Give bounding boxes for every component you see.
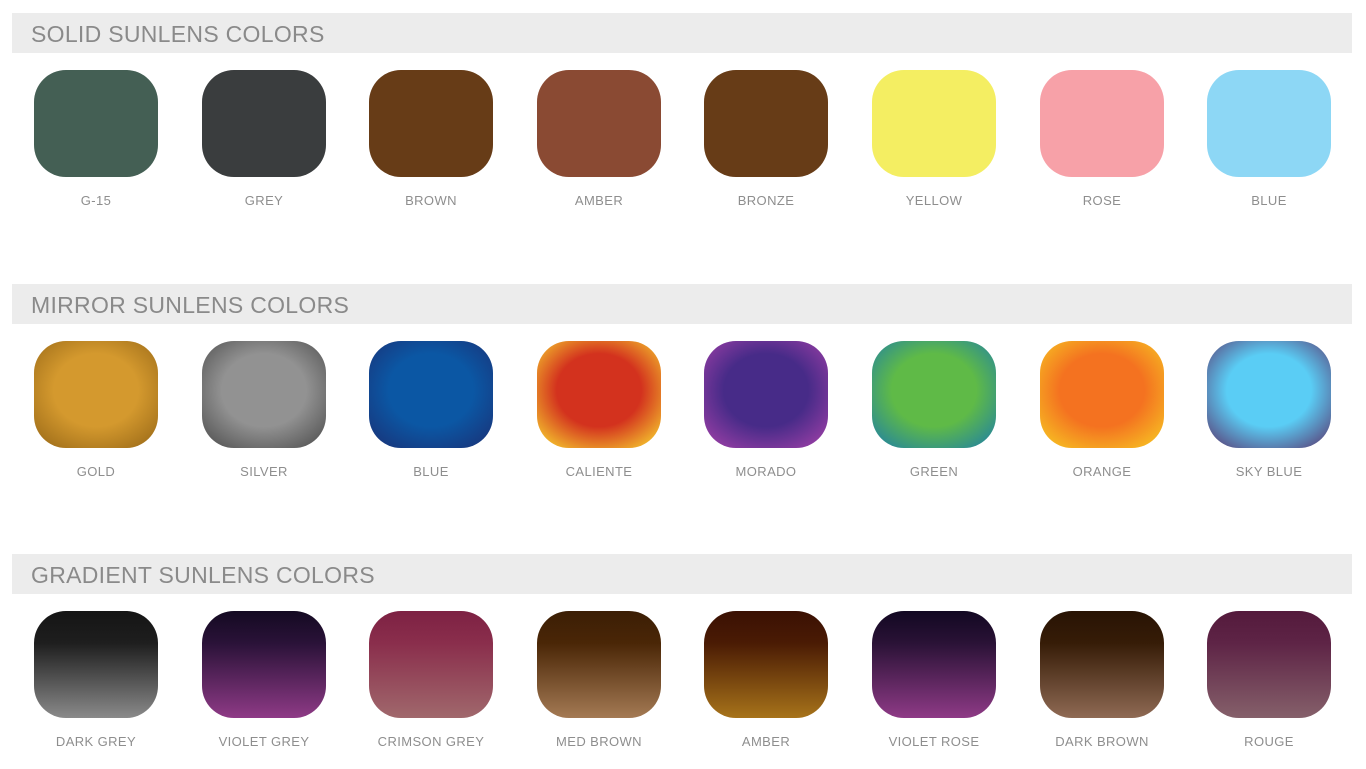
color-label: AMBER bbox=[574, 193, 624, 208]
color-option[interactable]: AMBER bbox=[681, 611, 851, 761]
color-swatch[interactable] bbox=[537, 611, 661, 718]
color-option[interactable]: GREY bbox=[179, 70, 349, 220]
color-label: ROUGE bbox=[1244, 734, 1294, 749]
color-swatch[interactable] bbox=[369, 70, 493, 177]
color-option[interactable]: MORADO bbox=[681, 341, 851, 491]
color-label: ORANGE bbox=[1072, 464, 1132, 479]
color-swatch[interactable] bbox=[34, 70, 158, 177]
color-label: GREY bbox=[244, 193, 284, 208]
color-label: CALIENTE bbox=[565, 464, 633, 479]
section-title: MIRROR SUNLENS COLORS bbox=[31, 292, 350, 318]
section-title: GRADIENT SUNLENS COLORS bbox=[31, 562, 375, 588]
color-label: BLUE bbox=[1251, 193, 1287, 208]
color-label: VIOLET GREY bbox=[218, 734, 310, 749]
color-option[interactable]: VIOLET ROSE bbox=[849, 611, 1019, 761]
color-swatch[interactable] bbox=[704, 611, 828, 718]
section-header: GRADIENT SUNLENS COLORS bbox=[12, 554, 1352, 594]
color-label: MORADO bbox=[735, 464, 797, 479]
color-label: AMBER bbox=[741, 734, 791, 749]
color-swatch[interactable] bbox=[34, 341, 158, 448]
color-option[interactable]: SKY BLUE bbox=[1184, 341, 1354, 491]
color-swatch[interactable] bbox=[202, 611, 326, 718]
color-label: SKY BLUE bbox=[1235, 464, 1303, 479]
color-label: MED BROWN bbox=[556, 734, 642, 749]
color-swatch[interactable] bbox=[202, 70, 326, 177]
section-header: MIRROR SUNLENS COLORS bbox=[12, 284, 1352, 324]
color-option[interactable]: ORANGE bbox=[1017, 341, 1187, 491]
color-option[interactable]: BLUE bbox=[346, 341, 516, 491]
color-option[interactable]: DARK BROWN bbox=[1017, 611, 1187, 761]
color-option[interactable]: G-15 bbox=[11, 70, 181, 220]
swatch-row: G-15 GREY BROWN AMBER BRONZE YELLOW ROSE BLUE bbox=[0, 70, 1366, 220]
color-label: GREEN bbox=[909, 464, 959, 479]
color-option[interactable]: GREEN bbox=[849, 341, 1019, 491]
color-swatch[interactable] bbox=[1207, 341, 1331, 448]
color-label: DARK BROWN bbox=[1055, 734, 1149, 749]
color-swatch[interactable] bbox=[369, 341, 493, 448]
color-swatch[interactable] bbox=[1040, 341, 1164, 448]
color-option[interactable]: GOLD bbox=[11, 341, 181, 491]
color-swatch[interactable] bbox=[1040, 70, 1164, 177]
color-label: G-15 bbox=[80, 193, 112, 208]
color-swatch[interactable] bbox=[202, 341, 326, 448]
color-label: DARK GREY bbox=[55, 734, 137, 749]
color-option[interactable]: BLUE bbox=[1184, 70, 1354, 220]
color-swatch[interactable] bbox=[704, 70, 828, 177]
color-option[interactable]: ROSE bbox=[1017, 70, 1187, 220]
color-label: ROSE bbox=[1082, 193, 1122, 208]
color-swatch[interactable] bbox=[537, 341, 661, 448]
color-option[interactable]: ROUGE bbox=[1184, 611, 1354, 761]
color-option[interactable]: DARK GREY bbox=[11, 611, 181, 761]
color-option[interactable]: AMBER bbox=[514, 70, 684, 220]
color-option[interactable]: CALIENTE bbox=[514, 341, 684, 491]
color-label: BROWN bbox=[405, 193, 457, 208]
color-swatch[interactable] bbox=[34, 611, 158, 718]
color-swatch[interactable] bbox=[704, 341, 828, 448]
color-option[interactable]: CRIMSON GREY bbox=[346, 611, 516, 761]
color-label: BLUE bbox=[413, 464, 449, 479]
color-swatch[interactable] bbox=[872, 611, 996, 718]
color-option[interactable]: MED BROWN bbox=[514, 611, 684, 761]
color-swatch[interactable] bbox=[1040, 611, 1164, 718]
color-option[interactable]: VIOLET GREY bbox=[179, 611, 349, 761]
color-option[interactable]: BRONZE bbox=[681, 70, 851, 220]
color-swatch[interactable] bbox=[537, 70, 661, 177]
color-label: VIOLET ROSE bbox=[888, 734, 980, 749]
color-swatch[interactable] bbox=[1207, 70, 1331, 177]
section-title: SOLID SUNLENS COLORS bbox=[31, 21, 325, 47]
color-option[interactable]: SILVER bbox=[179, 341, 349, 491]
color-label: CRIMSON GREY bbox=[377, 734, 485, 749]
swatch-row: DARK GREY VIOLET GREY CRIMSON GREY MED BROW… bbox=[0, 611, 1366, 761]
swatch-row: GOLD SILVER BLUE CALIENTE MORADO GREEN ORANGE S… bbox=[0, 341, 1366, 491]
color-swatch[interactable] bbox=[1207, 611, 1331, 718]
color-label: GOLD bbox=[76, 464, 116, 479]
color-label: SILVER bbox=[240, 464, 288, 479]
color-label: YELLOW bbox=[905, 193, 963, 208]
color-swatch[interactable] bbox=[369, 611, 493, 718]
color-option[interactable]: BROWN bbox=[346, 70, 516, 220]
color-option[interactable]: YELLOW bbox=[849, 70, 1019, 220]
color-label: BRONZE bbox=[737, 193, 795, 208]
section-header: SOLID SUNLENS COLORS bbox=[12, 13, 1352, 53]
color-swatch[interactable] bbox=[872, 70, 996, 177]
color-swatch[interactable] bbox=[872, 341, 996, 448]
